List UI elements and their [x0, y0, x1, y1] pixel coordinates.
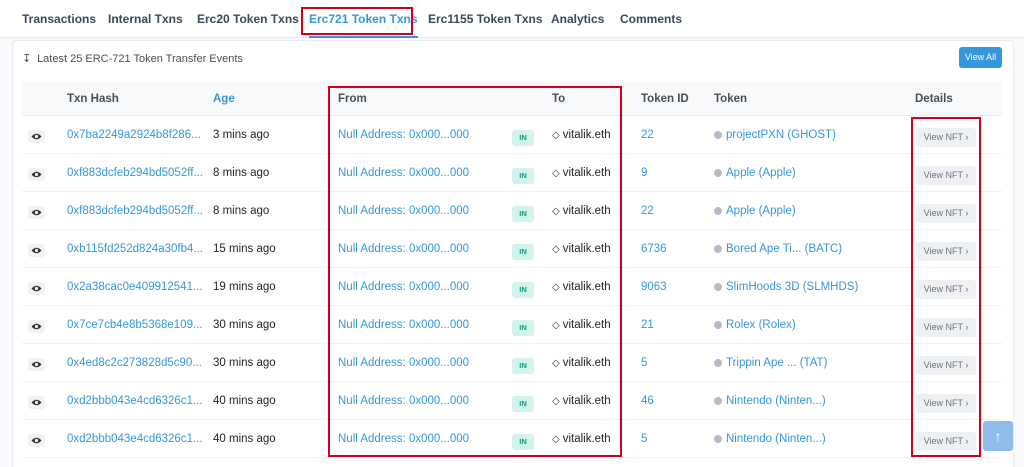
token-link[interactable]: Trippin Ape ... (TAT) — [714, 356, 827, 370]
tab-erc1155-token-txns[interactable]: Erc1155 Token Txns — [428, 0, 543, 38]
token-link[interactable]: SlimHoods 3D (SLMHDS) — [714, 280, 858, 294]
token-name: projectPXN (GHOST) — [726, 129, 836, 141]
token-icon — [714, 283, 722, 291]
eye-icon[interactable] — [28, 320, 45, 333]
highlight-active-tab — [301, 7, 413, 35]
column-token: Token — [714, 93, 748, 105]
token-name: Apple (Apple) — [726, 205, 796, 217]
token-id-link[interactable]: 5 — [641, 356, 647, 370]
token-name: SlimHoods 3D (SLMHDS) — [726, 281, 859, 293]
token-name: Nintendo (Ninten...) — [726, 395, 826, 407]
eye-icon[interactable] — [28, 396, 45, 409]
age-cell: 30 mins ago — [213, 357, 276, 369]
eye-icon[interactable] — [28, 358, 45, 371]
column-token-id: Token ID — [641, 93, 689, 105]
token-icon — [714, 245, 722, 253]
highlight-from-to-columns — [328, 86, 622, 457]
age-cell: 40 mins ago — [213, 433, 276, 445]
token-id-link[interactable]: 46 — [641, 394, 654, 408]
token-id-link[interactable]: 9063 — [641, 280, 667, 294]
tab-bar: Transactions Internal Txns Erc20 Token T… — [0, 0, 1024, 38]
token-id-link[interactable]: 9 — [641, 166, 647, 180]
age-cell: 19 mins ago — [213, 281, 276, 293]
sort-desc-icon: ↧ — [22, 53, 32, 65]
token-link[interactable]: Rolex (Rolex) — [714, 318, 796, 332]
eye-icon[interactable] — [28, 130, 45, 143]
tab-erc20-token-txns[interactable]: Erc20 Token Txns — [197, 0, 299, 38]
txn-hash-link[interactable]: 0x7ce7cb4e8b5368e109... — [67, 318, 203, 332]
token-icon — [714, 207, 722, 215]
token-icon — [714, 359, 722, 367]
token-link[interactable]: Apple (Apple) — [714, 204, 796, 218]
token-icon — [714, 169, 722, 177]
token-id-link[interactable]: 22 — [641, 128, 654, 142]
tab-comments[interactable]: Comments — [620, 0, 682, 38]
view-all-button[interactable]: View All — [959, 47, 1002, 68]
token-id-link[interactable]: 21 — [641, 318, 654, 332]
token-link[interactable]: Nintendo (Ninten...) — [714, 394, 826, 408]
age-cell: 30 mins ago — [213, 319, 276, 331]
token-icon — [714, 435, 722, 443]
age-cell: 15 mins ago — [213, 243, 276, 255]
eye-icon[interactable] — [28, 434, 45, 447]
token-name: Apple (Apple) — [726, 167, 796, 179]
token-name: Bored Ape Ti... (BATC) — [726, 243, 843, 255]
token-name: Nintendo (Ninten...) — [726, 433, 826, 445]
token-id-link[interactable]: 6736 — [641, 242, 667, 256]
eye-icon[interactable] — [28, 168, 45, 181]
token-link[interactable]: Nintendo (Ninten...) — [714, 432, 826, 446]
column-txn-hash: Txn Hash — [67, 93, 119, 105]
txn-hash-link[interactable]: 0x2a38cac0e409912541... — [67, 280, 203, 294]
token-name: Rolex (Rolex) — [726, 319, 796, 331]
age-cell: 8 mins ago — [213, 205, 270, 217]
summary-line: ↧ Latest 25 ERC-721 Token Transfer Event… — [22, 52, 243, 65]
eye-icon[interactable] — [28, 206, 45, 219]
age-cell: 40 mins ago — [213, 395, 276, 407]
token-link[interactable]: Apple (Apple) — [714, 166, 796, 180]
txn-hash-link[interactable]: 0x7ba2249a2924b8f286... — [67, 128, 201, 142]
token-link[interactable]: Bored Ape Ti... (BATC) — [714, 242, 842, 256]
token-icon — [714, 397, 722, 405]
token-id-link[interactable]: 22 — [641, 204, 654, 218]
token-icon — [714, 321, 722, 329]
txn-hash-link[interactable]: 0xd2bbb043e4cd6326c1... — [67, 432, 203, 446]
summary-text: Latest 25 ERC-721 Token Transfer Events — [37, 53, 243, 65]
highlight-details-column — [911, 117, 981, 457]
txn-hash-link[interactable]: 0xf883dcfeb294bd5052ff... — [67, 166, 203, 180]
eye-icon[interactable] — [28, 282, 45, 295]
age-cell: 8 mins ago — [213, 167, 270, 179]
token-icon — [714, 131, 722, 139]
tab-analytics[interactable]: Analytics — [551, 0, 604, 38]
back-to-top-button[interactable]: ↑ — [983, 421, 1013, 451]
tab-transactions[interactable]: Transactions — [22, 0, 96, 38]
age-cell: 3 mins ago — [213, 129, 270, 141]
tab-internal-txns[interactable]: Internal Txns — [108, 0, 183, 38]
txn-hash-link[interactable]: 0xf883dcfeb294bd5052ff... — [67, 204, 203, 218]
txn-hash-link[interactable]: 0xd2bbb043e4cd6326c1... — [67, 394, 203, 408]
token-link[interactable]: projectPXN (GHOST) — [714, 128, 836, 142]
txn-hash-link[interactable]: 0x4ed8c2c273828d5c90... — [67, 356, 202, 370]
eye-icon[interactable] — [28, 244, 45, 257]
column-details: Details — [915, 93, 953, 105]
column-age[interactable]: Age — [213, 93, 235, 105]
token-id-link[interactable]: 5 — [641, 432, 647, 446]
token-name: Trippin Ape ... (TAT) — [726, 357, 828, 369]
txn-hash-link[interactable]: 0xb115fd252d824a30fb4... — [67, 242, 203, 256]
arrow-up-icon: ↑ — [994, 428, 1002, 444]
